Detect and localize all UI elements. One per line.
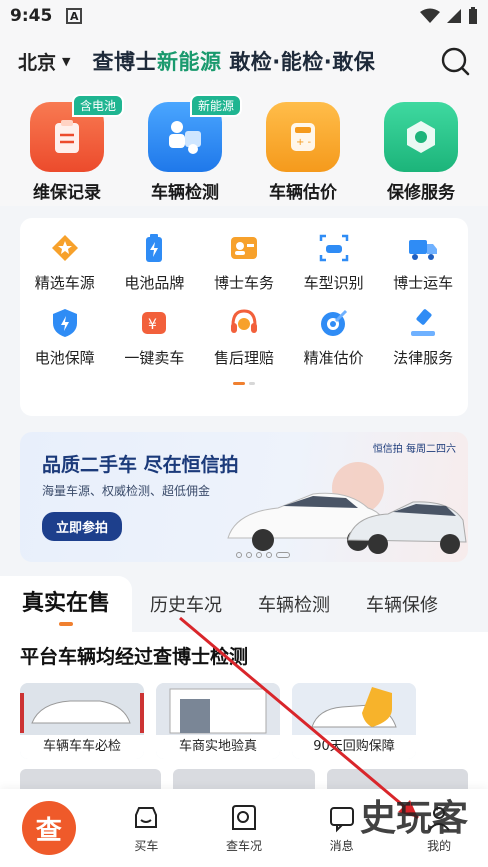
service-maintenance-records[interactable]: 含电池 维保记录	[12, 94, 124, 206]
section-title: 平台车辆均经过查博士检测	[20, 646, 249, 668]
service-label: 车辆估价	[269, 183, 337, 203]
banner-join-button[interactable]: 立即参拍	[42, 512, 123, 541]
truck-icon	[409, 240, 438, 260]
grid-label: 博士运车	[393, 274, 454, 292]
caret-down-icon: ▼	[62, 54, 71, 68]
feature-cards: 车辆车车必检 车商实地验真 90天回购保障	[20, 683, 468, 759]
feature-card-verification[interactable]: 车商实地验真	[156, 683, 280, 759]
service-label: 保修服务	[387, 183, 455, 203]
grid-item-battery-brand[interactable]: 电池品牌	[110, 232, 198, 293]
calculator-icon: + -	[266, 102, 340, 172]
tab-label: 消息	[329, 838, 354, 853]
service-grid: 精选车源 电池品牌 博士车务 车型识别 博士运车 电池保障 ¥ 一键卖车 售后理…	[20, 218, 468, 416]
tab-buy-car[interactable]: 买车	[111, 803, 181, 854]
dealership-image	[156, 683, 280, 735]
banner-title: 品质二手车 尽在恒信拍	[42, 454, 239, 476]
promo-banner[interactable]: 品质二手车 尽在恒信拍 海量车源、权威检测、超低佣金 立即参拍 恒信拍 每周二四…	[20, 432, 468, 562]
service-label: 车辆检测	[151, 183, 219, 203]
grid-label: 电池品牌	[124, 274, 185, 292]
grid-label: 一键卖车	[124, 349, 185, 367]
grid-row-2: 电池保障 ¥ 一键卖车 售后理赔 精准估价 法律服务	[20, 307, 468, 368]
city-label: 北京	[18, 51, 57, 74]
car-shield-image	[292, 683, 416, 735]
grid-item-car-transport[interactable]: 博士运车	[379, 232, 467, 293]
grid-row-1: 精选车源 电池品牌 博士车务 车型识别 博士运车	[20, 232, 468, 293]
tab-on-sale[interactable]: 真实在售	[0, 576, 133, 632]
tab-warranty[interactable]: 车辆保修	[348, 591, 456, 617]
card-label: 90天回购保障	[292, 735, 416, 759]
grid-label: 博士车务	[213, 274, 274, 292]
signal-icon	[447, 9, 461, 23]
wrench-shield-icon	[384, 102, 458, 172]
battery-status-icon	[469, 7, 477, 24]
service-label: 维保记录	[33, 183, 101, 203]
grid-item-sell-car[interactable]: ¥ 一键卖车	[110, 307, 198, 368]
banner-cars-image	[227, 462, 467, 554]
grid-item-precise-valuation[interactable]: 精准估价	[290, 307, 378, 368]
slogan: 查博士新能源 敢检·能检·敢保	[92, 50, 376, 74]
badge: 新能源	[189, 94, 242, 117]
grid-label: 精选车源	[34, 274, 95, 292]
grid-page-indicator	[20, 382, 468, 385]
grid-item-doctor-services[interactable]: 博士车务	[200, 232, 288, 293]
target-icon	[320, 309, 347, 336]
grid-item-legal-services[interactable]: 法律服务	[379, 307, 467, 368]
grid-label: 电池保障	[34, 349, 95, 367]
tab-inspection[interactable]: 车辆检测	[240, 591, 348, 617]
app-header: 北京 ▼ 查博士新能源 敢检·能检·敢保	[0, 32, 488, 90]
top-services: 含电池 维保记录 新能源 车辆检测 + - 车辆估价 保修服务	[0, 90, 488, 206]
listing-tabs: 真实在售 历史车况 车辆检测 车辆保修	[0, 576, 488, 632]
service-warranty[interactable]: 保修服务	[366, 98, 476, 206]
grid-label: 售后理赔	[213, 349, 274, 367]
grid-label: 车型识别	[303, 274, 364, 292]
feature-card-inspection[interactable]: 车辆车车必检	[20, 683, 144, 759]
watermark: 史玩客	[359, 798, 468, 839]
banner-page-indicator	[236, 552, 290, 558]
card-label: 车商实地验真	[156, 735, 280, 759]
search-icon[interactable]	[440, 46, 470, 76]
card-label: 车辆车车必检	[20, 735, 144, 759]
wifi-icon	[420, 8, 440, 23]
city-selector[interactable]: 北京 ▼	[18, 48, 70, 75]
status-time: 9:45	[10, 6, 53, 26]
tab-label: 买车	[134, 838, 159, 853]
battery-icon	[146, 234, 163, 262]
grid-label: 精准估价	[303, 349, 364, 367]
car-lift-image	[20, 683, 144, 735]
grid-label: 法律服务	[393, 349, 454, 367]
car-scan-icon	[319, 234, 348, 262]
profile-card-icon	[230, 237, 257, 259]
message-icon	[329, 806, 354, 832]
grid-item-after-sales-claims[interactable]: 售后理赔	[200, 307, 288, 368]
grid-item-selected-cars[interactable]: 精选车源	[21, 232, 109, 293]
service-vehicle-inspection[interactable]: 新能源 车辆检测	[130, 94, 242, 206]
service-vehicle-valuation[interactable]: + - 车辆估价	[248, 98, 358, 206]
shield-bolt-icon	[52, 309, 77, 337]
tab-label: 查车况	[225, 838, 262, 853]
tab-check-condition[interactable]: 查车况	[209, 803, 279, 854]
badge: 含电池	[71, 94, 124, 117]
tab-history[interactable]: 历史车况	[132, 591, 240, 617]
tab-home[interactable]: 查	[14, 801, 84, 855]
gavel-icon	[411, 309, 436, 336]
car-front-icon	[135, 806, 158, 828]
svg-text:¥: ¥	[148, 317, 157, 333]
notification-icon: A	[66, 8, 83, 24]
status-bar: 9:45 A	[0, 0, 488, 32]
headset-icon	[230, 309, 257, 333]
search-car-icon	[231, 804, 256, 830]
feature-card-buyback[interactable]: 90天回购保障	[292, 683, 416, 759]
svg-text:+ -: + -	[296, 137, 312, 148]
grid-item-battery-guarantee[interactable]: 电池保障	[21, 307, 109, 368]
home-cha-icon: 查	[21, 801, 76, 855]
star-diamond-icon	[51, 235, 78, 261]
sell-yuan-icon: ¥	[142, 312, 167, 334]
grid-item-car-model-recognition[interactable]: 车型识别	[290, 232, 378, 293]
banner-subtitle: 海量车源、权威检测、超低佣金	[42, 484, 211, 498]
